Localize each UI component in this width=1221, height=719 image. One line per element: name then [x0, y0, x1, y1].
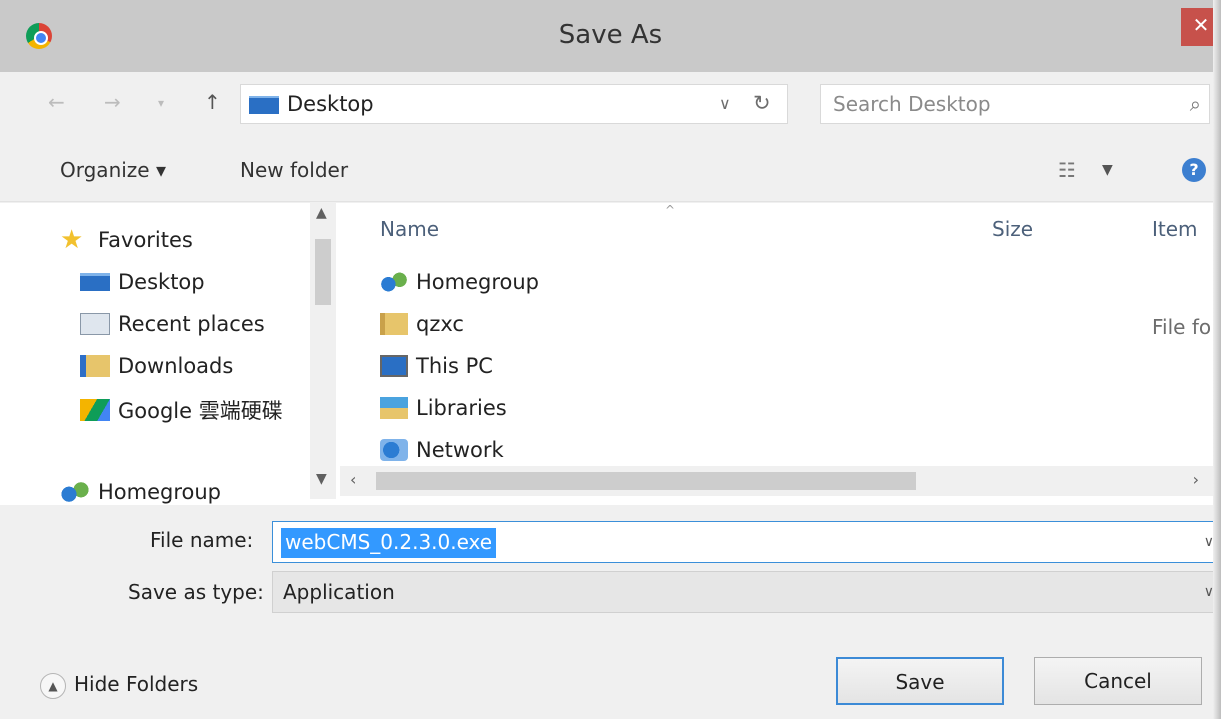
scroll-down-icon[interactable]: ▼ — [316, 471, 327, 487]
recent-locations-chevron-icon[interactable]: ▾ — [158, 96, 164, 110]
nav-item-desktop[interactable]: Desktop — [80, 269, 205, 301]
computer-icon — [380, 355, 408, 377]
libraries-icon — [380, 397, 408, 419]
recent-places-icon — [80, 313, 110, 335]
nav-item-recent-places[interactable]: Recent places — [80, 311, 265, 343]
homegroup-icon — [380, 271, 408, 293]
new-folder-button[interactable]: New folder — [240, 158, 348, 182]
dialog-title: Save As — [558, 20, 663, 50]
hide-folders-label: Hide Folders — [74, 672, 199, 696]
nav-item-homegroup[interactable]: Homegroup — [60, 479, 221, 505]
nav-item-google-drive[interactable]: Google 雲端硬碟 — [80, 395, 283, 427]
scrollbar-thumb[interactable] — [315, 239, 331, 305]
nav-item-downloads[interactable]: Downloads — [80, 353, 233, 385]
star-icon: ★ — [60, 225, 84, 255]
hide-folders-button[interactable]: ▲ Hide Folders — [40, 672, 198, 699]
file-row-homegroup[interactable]: Homegroup — [380, 269, 539, 303]
address-path: Desktop — [287, 92, 374, 116]
sort-indicator-icon: ^ — [665, 203, 676, 217]
navigation-pane[interactable]: ★ Favorites Desktop Recent places Downloa… — [0, 203, 340, 505]
view-options-icon[interactable]: ☷ — [1058, 158, 1076, 182]
google-drive-icon — [80, 399, 110, 421]
desktop-folder-icon — [249, 96, 279, 114]
help-icon[interactable]: ? — [1182, 158, 1206, 182]
search-placeholder: Search Desktop — [833, 92, 991, 116]
file-row-libraries[interactable]: Libraries — [380, 395, 507, 429]
desktop-icon — [80, 273, 110, 291]
address-bar[interactable]: Desktop ∨ ↻ — [240, 84, 788, 124]
scroll-right-icon[interactable]: › — [1193, 470, 1199, 489]
file-name-value: webCMS_0.2.3.0.exe — [281, 528, 497, 558]
file-row-this-pc[interactable]: This PC — [380, 353, 493, 387]
organize-button[interactable]: Organize ▾ — [60, 158, 166, 182]
file-list[interactable]: ^ Name Size Item Homegroup qzxc File fo … — [340, 203, 1221, 505]
forward-arrow-icon[interactable]: → — [104, 90, 121, 114]
back-arrow-icon[interactable]: ← — [48, 90, 65, 114]
address-row: ← → ▾ ↑ Desktop ∨ ↻ Search Desktop ⌕ — [0, 72, 1221, 136]
search-input[interactable]: Search Desktop ⌕ — [820, 84, 1210, 124]
folder-icon — [380, 313, 408, 335]
column-header-size[interactable]: Size — [992, 217, 1033, 241]
address-dropdown-icon[interactable]: ∨ — [719, 94, 731, 113]
up-arrow-icon[interactable]: ↑ — [204, 90, 221, 114]
window-edge — [1213, 0, 1221, 719]
file-list-horizontal-scrollbar[interactable]: ‹ › — [340, 466, 1221, 496]
save-as-type-label: Save as type: — [128, 580, 264, 604]
view-options-dropdown-icon[interactable]: ▼ — [1102, 162, 1113, 178]
command-toolbar: Organize ▾ New folder ☷ ▼ ? — [0, 136, 1221, 202]
navigation-pane-scrollbar[interactable]: ▲ ▼ — [310, 203, 336, 499]
downloads-folder-icon — [80, 355, 110, 377]
refresh-icon[interactable]: ↻ — [753, 91, 771, 115]
homegroup-icon — [60, 481, 90, 503]
search-icon[interactable]: ⌕ — [1190, 92, 1201, 116]
save-as-type-value: Application — [283, 580, 395, 604]
title-bar[interactable]: Save As ✕ — [0, 0, 1221, 72]
save-button[interactable]: Save — [836, 657, 1004, 705]
cancel-button[interactable]: Cancel — [1034, 657, 1202, 705]
save-as-dialog: Save As ✕ ← → ▾ ↑ Desktop ∨ ↻ Search Des… — [0, 0, 1221, 719]
scrollbar-thumb[interactable] — [376, 472, 916, 490]
chevron-up-icon: ▲ — [40, 672, 66, 699]
nav-item-favorites[interactable]: ★ Favorites — [60, 227, 193, 259]
column-header-name[interactable]: Name — [380, 217, 439, 241]
scroll-up-icon[interactable]: ▲ — [316, 205, 327, 221]
file-row-qzxc[interactable]: qzxc — [380, 311, 464, 345]
file-name-label: File name: — [150, 528, 254, 552]
file-type-cell: File fo — [1152, 315, 1212, 339]
column-header-item-type[interactable]: Item — [1152, 217, 1198, 241]
save-as-type-select[interactable]: Application ∨ — [272, 571, 1221, 613]
network-icon — [380, 439, 408, 461]
scroll-left-icon[interactable]: ‹ — [350, 470, 356, 489]
file-name-input[interactable]: webCMS_0.2.3.0.exe ∨ — [272, 521, 1221, 563]
